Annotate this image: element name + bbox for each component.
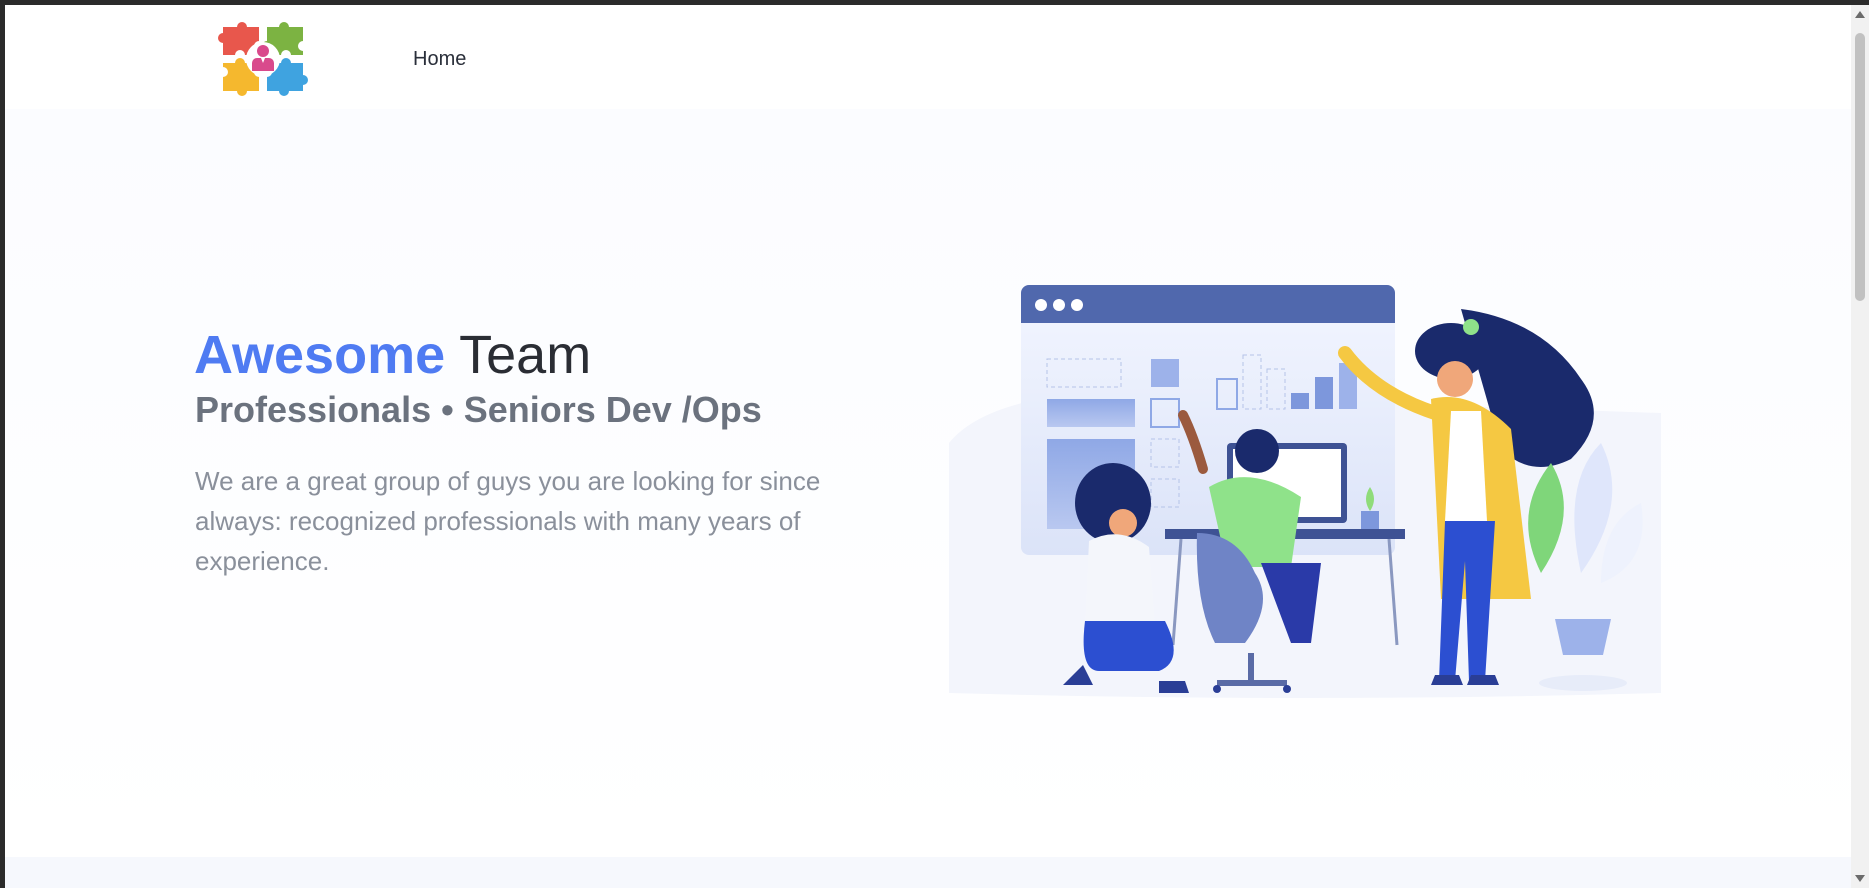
scrollbar-thumb[interactable] — [1855, 33, 1865, 301]
hero-title-rest: Team — [445, 325, 592, 385]
top-navbar: Home — [5, 5, 1851, 109]
browser-viewport: Home Awesome Team Professionals • Senior… — [5, 5, 1851, 888]
scroll-up-arrow-icon[interactable] — [1855, 11, 1865, 18]
hero-title-accent: Awesome — [194, 325, 446, 385]
next-section-band — [5, 857, 1851, 888]
hero-subtitle: Professionals • Seniors Dev /Ops — [195, 389, 762, 430]
puzzle-team-logo-icon[interactable] — [217, 13, 309, 105]
hero-description: We are a great group of guys you are loo… — [195, 466, 821, 576]
hero-title: Awesome Team — [194, 323, 591, 387]
nav-home-link[interactable]: Home — [413, 48, 466, 71]
page-scrollbar[interactable] — [1851, 5, 1869, 888]
team-dashboard-illustration — [949, 285, 1661, 698]
scroll-down-arrow-icon[interactable] — [1855, 875, 1865, 882]
